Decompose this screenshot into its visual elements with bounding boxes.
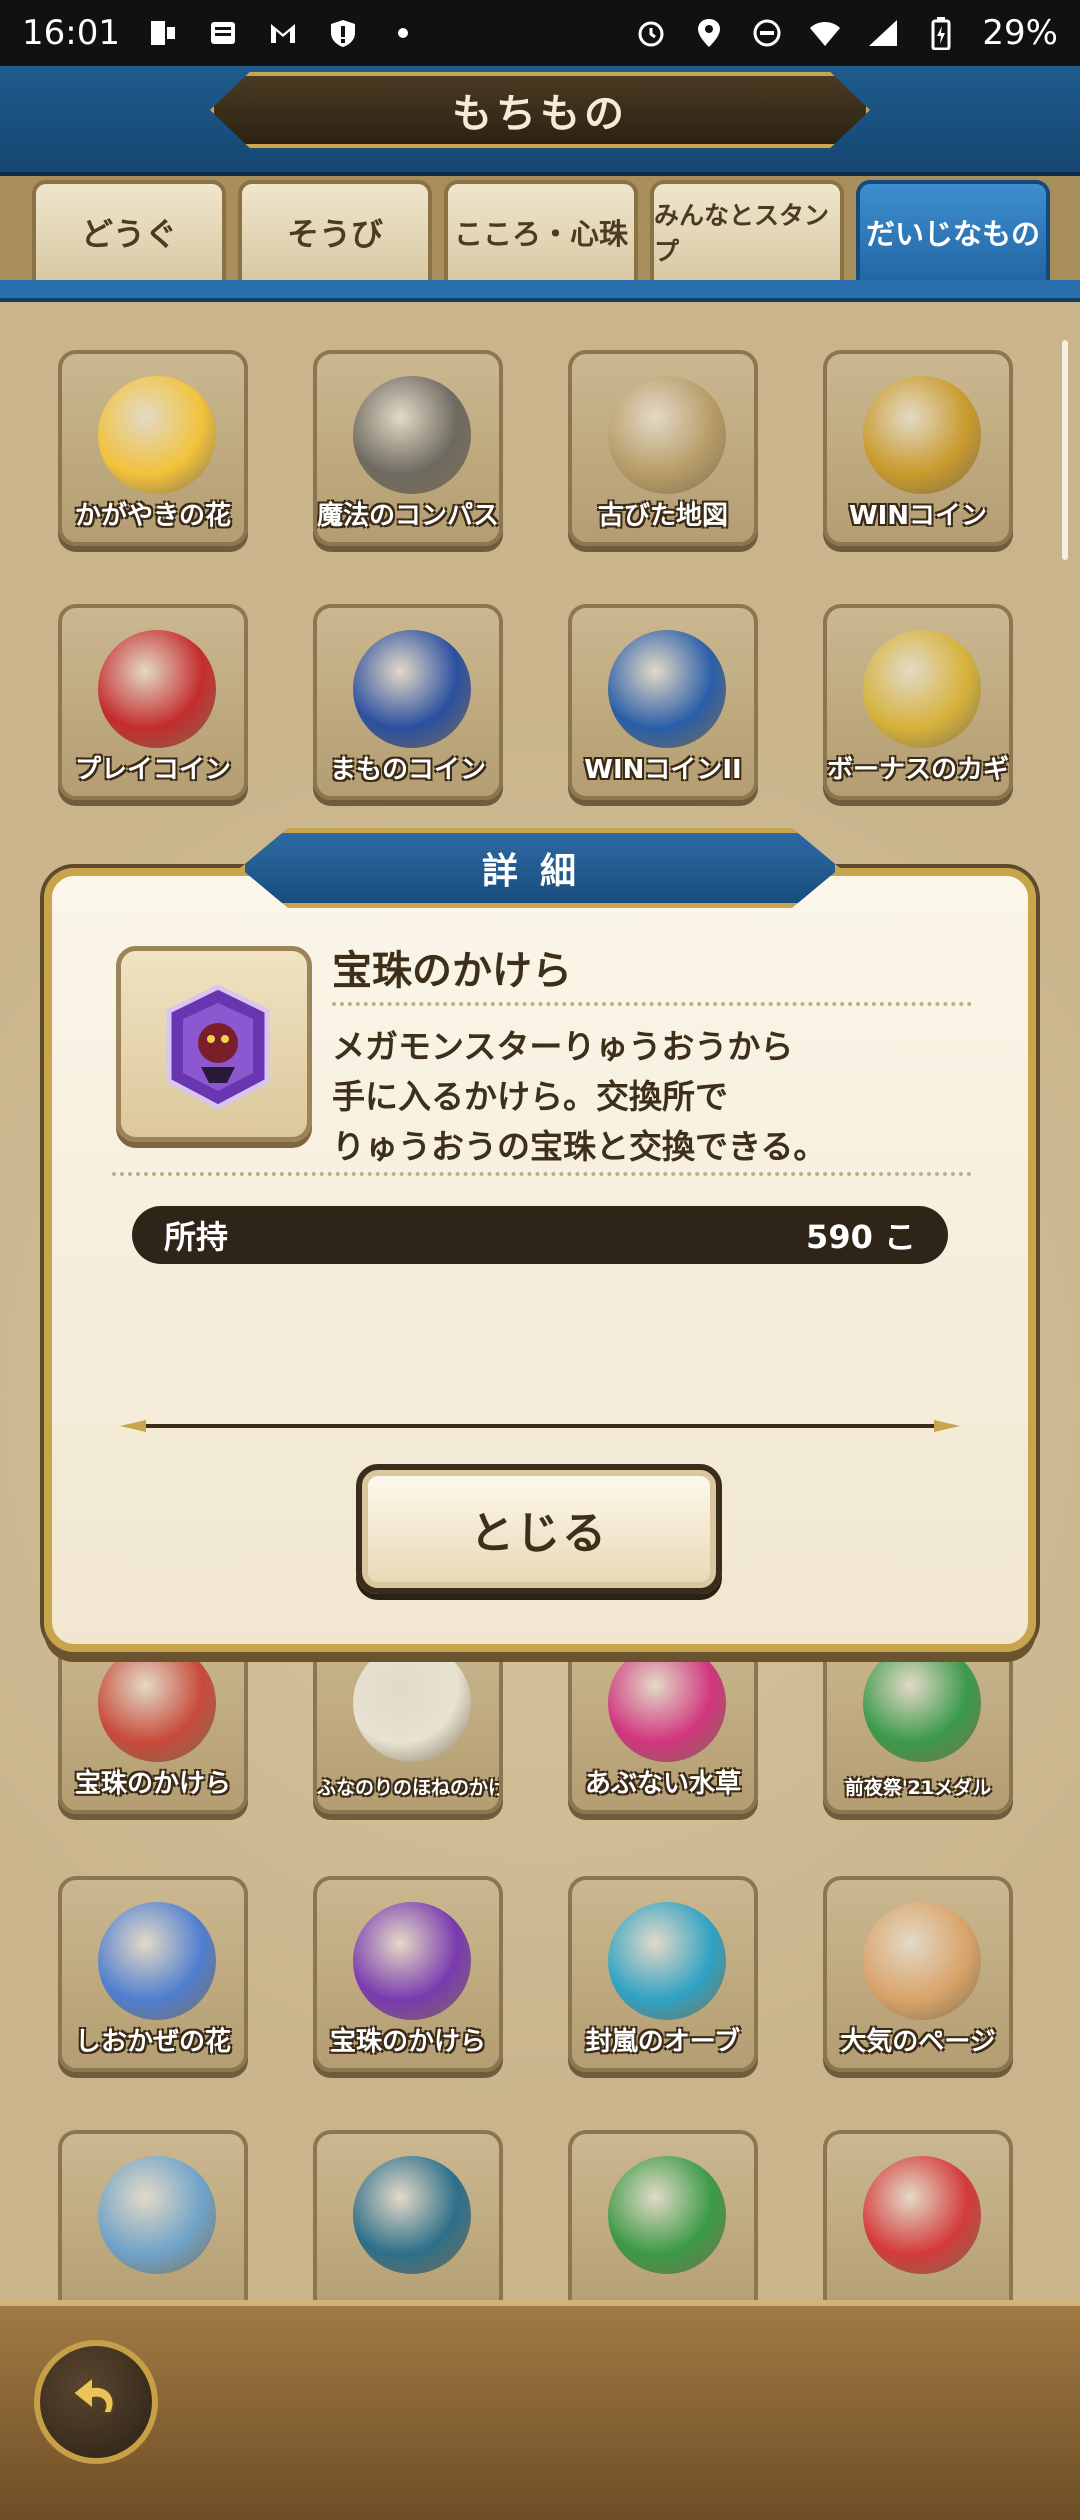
monster-coin-icon: [353, 630, 471, 748]
tab-underline: [0, 280, 1080, 302]
page-title: もちもの: [210, 72, 870, 148]
bottom-bar: [0, 2300, 1080, 2520]
item-label: 古びた地図: [597, 501, 728, 531]
item-slot[interactable]: WINコインII: [568, 604, 758, 800]
item-label: 大気のページ: [840, 2027, 996, 2057]
item-slot[interactable]: [58, 2130, 248, 2326]
item-label: 封嵐のオーブ: [585, 2027, 741, 2057]
heart-plant-icon: [608, 1644, 726, 1762]
yellow-flower-icon: [98, 376, 216, 494]
notification-icon: [146, 16, 180, 50]
item-slot[interactable]: 宝珠のかけら: [313, 1876, 503, 2072]
item-slot[interactable]: ボーナスのカギ: [823, 604, 1013, 800]
item-slot[interactable]: 封嵐のオーブ: [568, 1876, 758, 2072]
name-divider: [332, 1002, 972, 1006]
item-label: あぶない水草: [584, 1769, 741, 1799]
item-icon-frame: [116, 946, 312, 1142]
owned-value: 590 こ: [806, 1218, 916, 1256]
tab-dougu[interactable]: どうぐ: [32, 180, 226, 280]
item-label: プレイコイン: [74, 755, 231, 785]
item-slot[interactable]: 大気のページ: [823, 1876, 1013, 2072]
item-slot[interactable]: プレイコイン: [58, 604, 248, 800]
item-slot[interactable]: [313, 2130, 503, 2326]
map-scroll-icon: [608, 376, 726, 494]
sneaker-medal-icon: [863, 1644, 981, 1762]
battery-percent: 29%: [982, 13, 1058, 53]
tab-daiji[interactable]: だいじなもの: [856, 180, 1050, 280]
item-description: メガモンスターりゅうおうから 手に入るかけら。交換所で りゅうおうの宝珠と交換で…: [332, 1022, 972, 1172]
item-slot[interactable]: しおかぜの花: [58, 1876, 248, 2072]
gold-divider: [120, 1420, 960, 1432]
item-label: ふなのりのほねのかけら: [317, 1777, 499, 1799]
item-name: 宝珠のかけら: [332, 948, 572, 994]
item-label: まものコイン: [329, 755, 486, 785]
orb-icon: [608, 1902, 726, 2020]
bag-icon: [98, 2156, 216, 2274]
tab-stamp[interactable]: みんなとスタンプ: [650, 180, 844, 280]
description-line: りゅうおうの宝珠と交換できる。: [332, 1127, 827, 1166]
key-icon: [863, 630, 981, 748]
dot-icon: [386, 16, 420, 50]
gmail-icon: [266, 16, 300, 50]
green-gem-icon: [608, 2156, 726, 2274]
item-label: WINコイン: [848, 501, 988, 531]
alarm-icon: [634, 16, 668, 50]
status-bar: 16:01 29%: [0, 0, 1080, 66]
alert-icon: [326, 16, 360, 50]
description-line: 手に入るかけら。交換所で: [332, 1077, 728, 1116]
play-coin-icon: [98, 630, 216, 748]
item-slot[interactable]: 古びた地図: [568, 350, 758, 546]
close-button[interactable]: とじる: [356, 1464, 722, 1594]
item-label: 宝珠のかけら: [329, 2027, 486, 2057]
scrollbar[interactable]: [1062, 340, 1068, 560]
item-label: ボーナスのカギ: [827, 755, 1009, 785]
location-icon: [692, 16, 726, 50]
roman-six-medal-icon: [353, 2156, 471, 2274]
description-divider: [112, 1172, 972, 1176]
item-label: 魔法のコンパス: [317, 501, 499, 531]
tab-kokoro[interactable]: こころ・心珠: [444, 180, 638, 280]
item-label: かがやきの花: [74, 501, 231, 531]
back-arrow-icon: [71, 2374, 115, 2414]
tab-bar: どうぐ そうび こころ・心珠 みんなとスタンプ だいじなもの: [0, 176, 1080, 286]
signal-icon: [866, 16, 900, 50]
page-scroll-icon: [863, 1902, 981, 2020]
win-coin-2-icon: [608, 630, 726, 748]
gem-fragment-icon: [98, 1644, 216, 1762]
red-card-icon: [863, 2156, 981, 2274]
item-slot[interactable]: かがやきの花: [58, 350, 248, 546]
clock: 16:01: [22, 13, 120, 53]
dnd-icon: [750, 16, 784, 50]
bone-icon: [353, 1644, 471, 1762]
battery-icon: [924, 16, 958, 50]
owned-label: 所持: [164, 1218, 229, 1256]
item-label: 前夜祭'21メダル: [844, 1777, 992, 1799]
purple-gem-fragment-icon: [166, 985, 270, 1109]
item-label: 宝珠のかけら: [74, 1769, 231, 1799]
gem-fragment-icon: [353, 1902, 471, 2020]
blue-flower-icon: [98, 1902, 216, 2020]
dialog-title: 詳細: [240, 828, 840, 908]
wifi-icon: [808, 16, 842, 50]
item-slot[interactable]: WINコイン: [823, 350, 1013, 546]
owned-count-bar: 所持 590 こ: [132, 1206, 948, 1264]
description-line: メガモンスターりゅうおうから: [332, 1027, 794, 1066]
item-slot[interactable]: 魔法のコンパス: [313, 350, 503, 546]
item-label: WINコインII: [584, 755, 742, 785]
back-button[interactable]: [34, 2340, 158, 2464]
item-slot[interactable]: まものコイン: [313, 604, 503, 800]
item-slot[interactable]: [568, 2130, 758, 2326]
item-label: しおかぜの花: [74, 2027, 231, 2057]
news-icon: [206, 16, 240, 50]
item-slot[interactable]: [823, 2130, 1013, 2326]
compass-icon: [353, 376, 471, 494]
tab-soubi[interactable]: そうび: [238, 180, 432, 280]
win-coin-icon: [863, 376, 981, 494]
